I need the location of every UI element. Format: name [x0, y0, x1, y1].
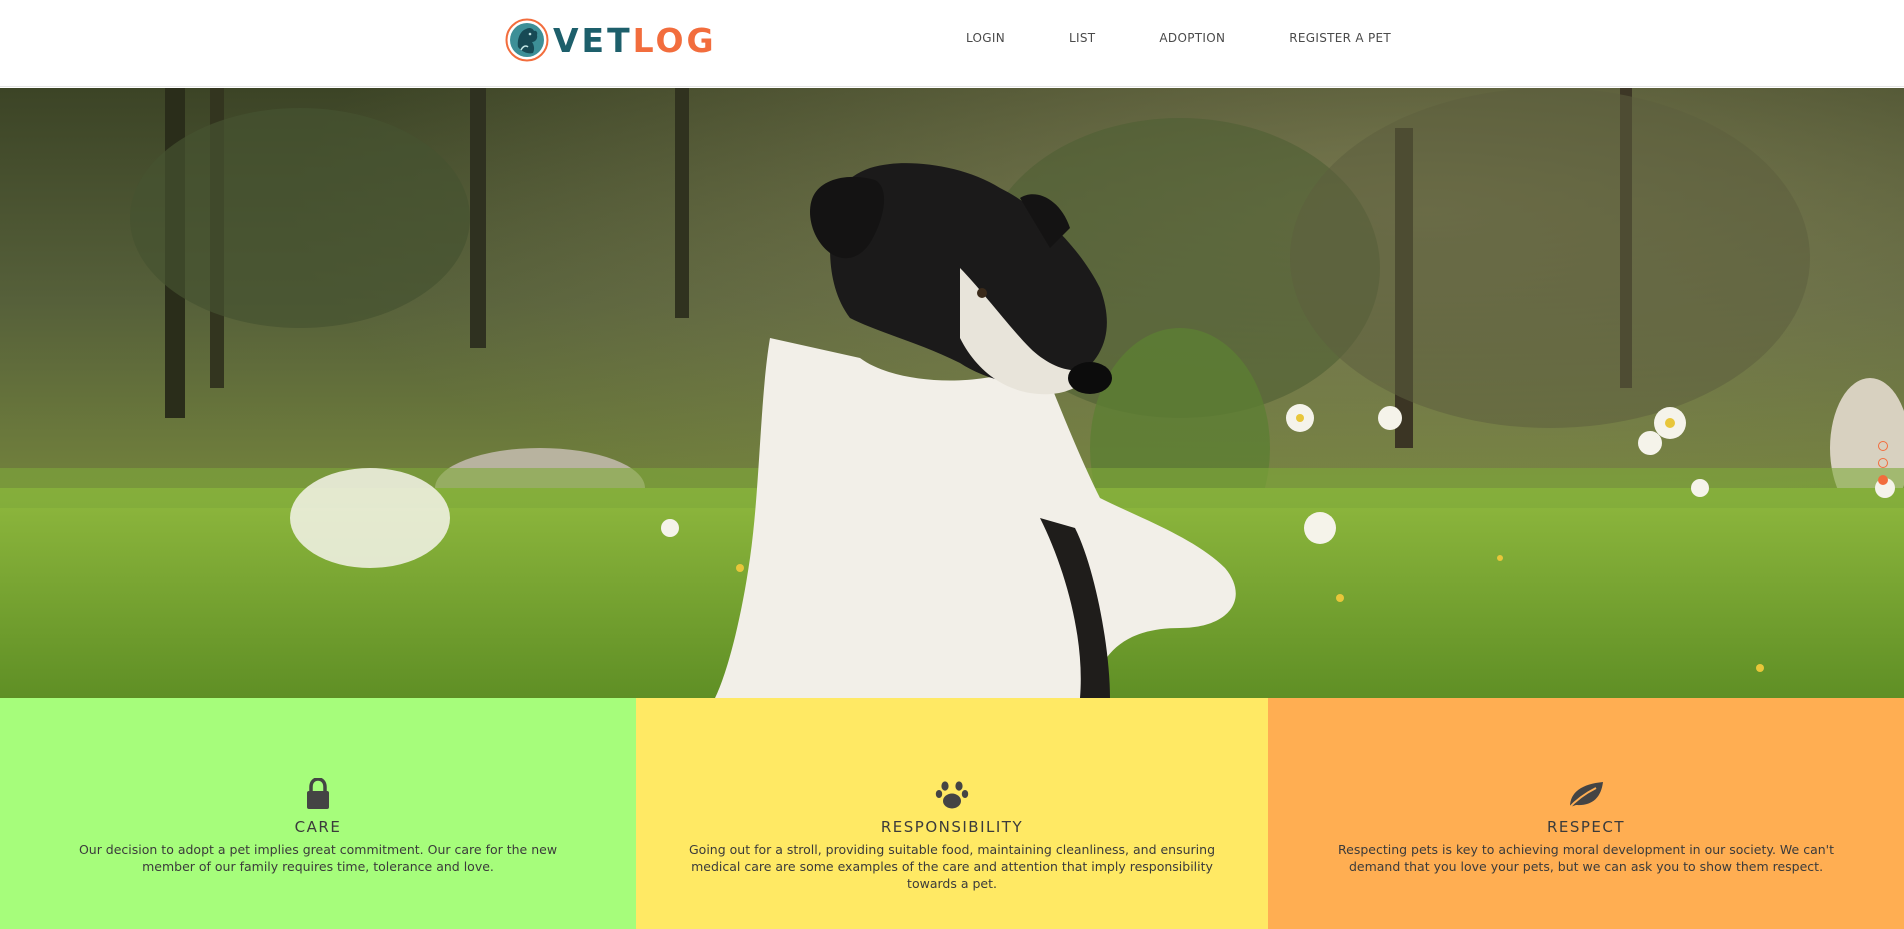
nav-login[interactable]: LOGIN	[966, 31, 1005, 45]
feature-text: Our decision to adopt a pet implies grea…	[78, 842, 558, 874]
logo-text-log: LOG	[632, 20, 717, 60]
feature-title: RESPONSIBILITY	[880, 818, 1024, 836]
hero-image	[0, 88, 1904, 698]
nav-adoption[interactable]: ADOPTION	[1159, 31, 1225, 45]
feature-title: CARE	[294, 818, 342, 836]
logo-wordmark: VETLOG	[553, 24, 717, 57]
slider-dot-3[interactable]	[1878, 475, 1888, 485]
nav-list[interactable]: LIST	[1069, 31, 1095, 45]
leaf-icon	[1567, 782, 1603, 810]
slider-dot-2[interactable]	[1878, 458, 1888, 468]
feature-text: Going out for a stroll, providing suitab…	[688, 842, 1215, 891]
logo-pet-icon	[505, 18, 549, 62]
logo-text-vet: VET	[553, 20, 633, 60]
nav-register-a-pet[interactable]: REGISTER A PET	[1289, 31, 1391, 45]
feature-title: RESPECT	[1546, 818, 1626, 836]
feature-responsibility: RESPONSIBILITY Going out for a stroll, p…	[636, 698, 1268, 929]
slider-dot-1[interactable]	[1878, 441, 1888, 451]
main-nav: LOGIN LIST ADOPTION REGISTER A PET	[966, 31, 1391, 45]
feature-text: Respecting pets is key to achieving mora…	[1338, 842, 1834, 874]
logo[interactable]: VETLOG	[505, 15, 717, 65]
paw-icon	[935, 781, 969, 809]
site-header: VETLOG LOGIN LIST ADOPTION REGISTER A PE…	[0, 0, 1904, 87]
hero-slider	[0, 88, 1904, 698]
feature-respect: RESPECT Respecting pets is key to achiev…	[1268, 698, 1904, 929]
features-section: CARE Our decision to adopt a pet implies…	[0, 698, 1904, 929]
slider-dots	[1878, 441, 1890, 492]
lock-icon	[307, 778, 329, 809]
feature-care: CARE Our decision to adopt a pet implies…	[0, 698, 636, 929]
